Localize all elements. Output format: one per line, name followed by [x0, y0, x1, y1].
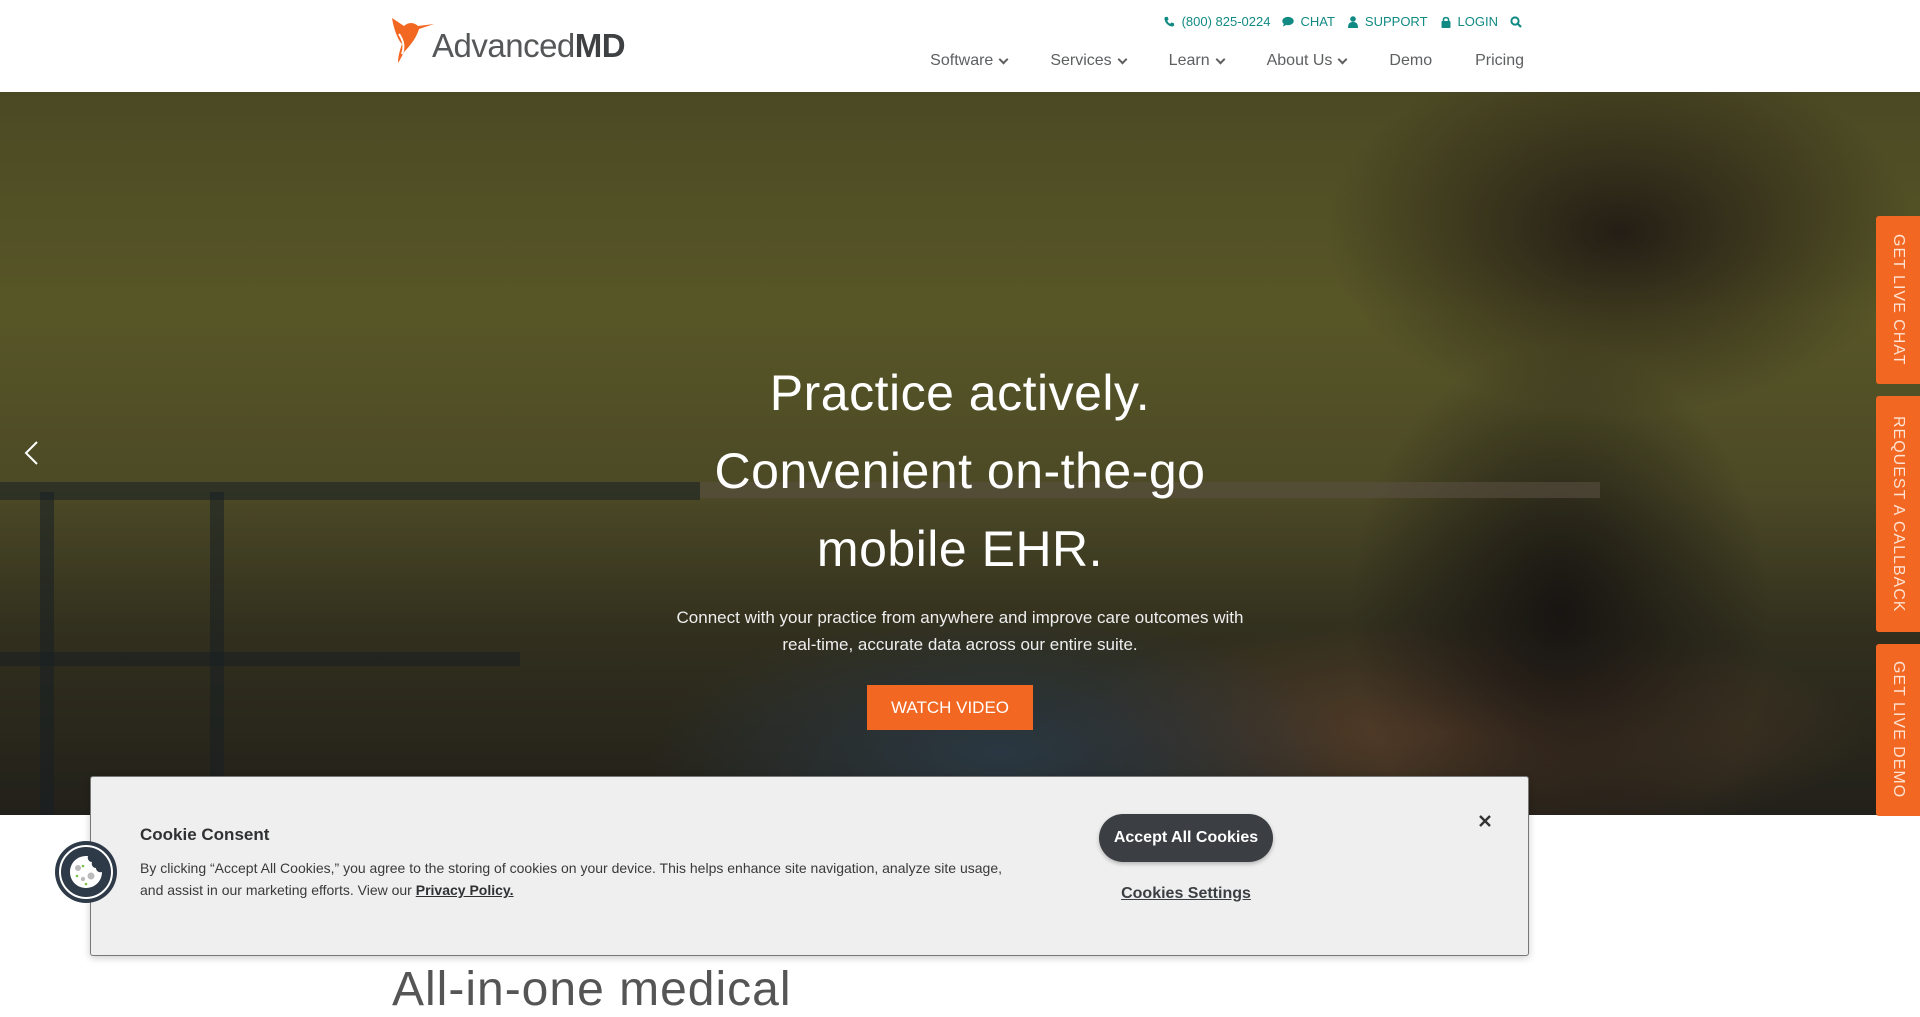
hero-carousel: Practice actively. Convenient on-the-go …	[0, 92, 1920, 815]
chat-label: CHAT	[1300, 14, 1335, 29]
main-nav: Software Services Learn About Us Demo Pr…	[930, 52, 1524, 70]
nav-software-label: Software	[930, 52, 994, 69]
login-link[interactable]: LOGIN	[1440, 14, 1498, 29]
privacy-policy-link[interactable]: Privacy Policy.	[416, 882, 514, 898]
cookie-description: By clicking “Accept All Cookies,” you ag…	[140, 857, 1020, 901]
close-icon	[1479, 815, 1491, 827]
site-header: AdvancedMD (800) 825-0224 CHAT SUPPORT L…	[0, 0, 1920, 92]
lock-icon	[1440, 16, 1452, 28]
phone-icon	[1164, 16, 1176, 28]
advancedmd-logo[interactable]: AdvancedMD	[390, 16, 626, 64]
nav-services-label: Services	[1050, 52, 1112, 69]
hummingbird-logo-icon	[392, 18, 434, 63]
phone-link[interactable]: (800) 825-0224	[1164, 14, 1271, 29]
search-icon	[1510, 15, 1522, 28]
request-callback-tab[interactable]: REQUEST A CALLBACK	[1876, 396, 1920, 632]
support-link[interactable]: SUPPORT	[1347, 14, 1428, 29]
chevron-down-icon	[1117, 54, 1128, 64]
cookie-icon	[70, 856, 102, 888]
nav-learn[interactable]: Learn	[1168, 52, 1226, 70]
accept-all-cookies-button[interactable]: Accept All Cookies	[1099, 814, 1273, 862]
utility-nav: (800) 825-0224 CHAT SUPPORT LOGIN	[1164, 14, 1522, 29]
nav-services[interactable]: Services	[1050, 52, 1128, 70]
hero-subtitle: Connect with your practice from anywhere…	[0, 604, 1920, 658]
login-label: LOGIN	[1457, 14, 1498, 29]
hero-title-line: Practice actively.	[769, 365, 1151, 421]
watch-video-button[interactable]: WATCH VIDEO	[867, 685, 1033, 730]
chat-bubble-icon	[1282, 16, 1295, 28]
cookie-ring	[59, 845, 113, 899]
hero-subtitle-line: real-time, accurate data across our enti…	[782, 635, 1138, 654]
nav-software[interactable]: Software	[930, 52, 1009, 70]
phone-number: (800) 825-0224	[1181, 14, 1271, 29]
nav-about-us-label: About Us	[1266, 52, 1333, 69]
chevron-down-icon	[998, 54, 1009, 64]
logo-wordmark: AdvancedMD	[432, 27, 626, 64]
nav-pricing-label: Pricing	[1475, 52, 1524, 69]
chevron-down-icon	[1337, 54, 1348, 64]
hero-title: Practice actively. Convenient on-the-go …	[0, 354, 1920, 588]
nav-demo-label: Demo	[1389, 52, 1433, 69]
get-live-chat-tab[interactable]: GET LIVE CHAT	[1876, 216, 1920, 384]
nav-demo[interactable]: Demo	[1389, 52, 1432, 70]
chat-link[interactable]: CHAT	[1282, 14, 1335, 29]
section-heading: All-in-one medical	[392, 963, 792, 1016]
nav-learn-label: Learn	[1168, 52, 1210, 69]
hero-title-line: mobile EHR.	[816, 521, 1104, 577]
cookie-text: By clicking “Accept All Cookies,” you ag…	[140, 860, 1002, 898]
logo-wordmark-bold: MD	[574, 27, 626, 64]
close-button[interactable]	[1477, 813, 1493, 829]
cookies-settings-button[interactable]: Cookies Settings	[1099, 885, 1273, 903]
support-label: SUPPORT	[1364, 14, 1428, 29]
chevron-down-icon	[1215, 54, 1226, 64]
hero-subtitle-line: Connect with your practice from anywhere…	[676, 608, 1244, 627]
logo-wordmark-light: Advanced	[432, 27, 575, 64]
cookie-preferences-button[interactable]	[55, 841, 117, 903]
cookie-consent-banner: Cookie Consent By clicking “Accept All C…	[90, 776, 1529, 956]
search-button[interactable]	[1510, 15, 1522, 28]
user-icon	[1347, 15, 1359, 28]
nav-pricing[interactable]: Pricing	[1475, 52, 1524, 70]
nav-about-us[interactable]: About Us	[1266, 52, 1348, 70]
get-live-demo-tab[interactable]: GET LIVE DEMO	[1876, 644, 1920, 816]
cookie-title: Cookie Consent	[140, 825, 270, 844]
hero-title-line: Convenient on-the-go	[714, 443, 1206, 499]
